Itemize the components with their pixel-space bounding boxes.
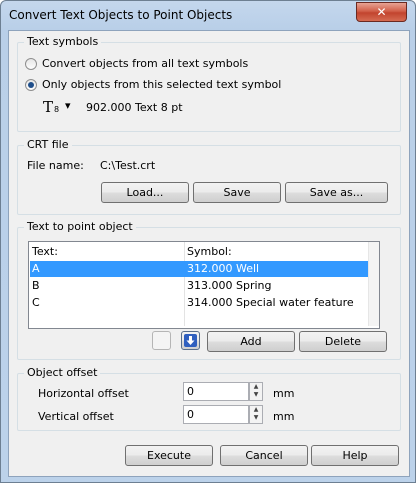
text-symbol-picker[interactable]: T 8 ▾ — [37, 97, 75, 117]
move-down-button[interactable] — [181, 331, 200, 350]
close-button[interactable]: ✕ — [356, 2, 407, 22]
dialog-window: Convert Text Objects to Point Objects ✕ … — [0, 0, 416, 483]
table-row[interactable]: B 313.000 Spring — [30, 278, 368, 294]
column-header-symbol: Symbol: — [187, 245, 232, 258]
row-symbol-cell: 314.000 Special water feature — [187, 296, 354, 309]
cancel-button[interactable]: Cancel — [220, 445, 308, 466]
row-symbol-cell: 312.000 Well — [187, 262, 260, 275]
object-offset-group-label: Object offset — [24, 366, 101, 379]
radio-selected-text-symbol[interactable] — [25, 79, 37, 91]
row-symbol-cell: 313.000 Spring — [187, 279, 272, 292]
table-row[interactable]: C 314.000 Special water feature — [30, 295, 368, 311]
chevron-up-icon[interactable]: ▲ — [250, 406, 262, 414]
chevron-down-icon[interactable]: ▼ — [250, 391, 262, 399]
dialog-client-area: Text symbols Convert objects from all te… — [8, 30, 410, 477]
text-symbols-group-label: Text symbols — [24, 35, 102, 48]
close-icon: ✕ — [376, 5, 387, 19]
file-name-label: File name: — [27, 159, 84, 172]
crt-file-group-label: CRT file — [24, 138, 72, 151]
chevron-up-icon[interactable]: ▲ — [250, 383, 262, 391]
chevron-down-icon[interactable]: ▾ — [65, 99, 71, 112]
add-button[interactable]: Add — [207, 331, 295, 352]
arrow-down-icon — [184, 334, 197, 347]
save-button[interactable]: Save — [193, 182, 281, 203]
window-title: Convert Text Objects to Point Objects — [9, 8, 233, 22]
radio-all-text-symbols[interactable] — [25, 58, 37, 70]
crt-file-group: CRT file — [17, 138, 401, 215]
vertical-offset-stepper[interactable]: ▲ ▼ — [249, 405, 263, 424]
radio-selected-text-symbol-label[interactable]: Only objects from this selected text sym… — [42, 78, 281, 91]
vertical-offset-unit: mm — [273, 410, 295, 423]
selected-text-symbol-name: 902.000 Text 8 pt — [86, 101, 183, 114]
row-text-cell: B — [32, 279, 40, 292]
table-row[interactable]: A 312.000 Well — [30, 261, 368, 277]
chevron-down-icon[interactable]: ▼ — [250, 414, 262, 422]
save-as-button[interactable]: Save as... — [285, 182, 388, 203]
delete-button[interactable]: Delete — [299, 331, 387, 352]
execute-button[interactable]: Execute — [125, 445, 213, 466]
row-text-cell: C — [32, 296, 40, 309]
horizontal-offset-unit: mm — [273, 387, 295, 400]
text-symbol-icon-size: 8 — [54, 105, 60, 114]
vertical-offset-input[interactable]: 0 — [183, 405, 249, 424]
vertical-offset-label: Vertical offset — [38, 410, 114, 423]
list-scrollbar[interactable] — [368, 242, 379, 326]
help-button[interactable]: Help — [311, 445, 399, 466]
list-header-row: Text: Symbol: — [30, 244, 368, 260]
file-name-value: C:\Test.crt — [100, 159, 156, 172]
row-text-cell: A — [32, 262, 40, 275]
radio-all-text-symbols-label[interactable]: Convert objects from all text symbols — [42, 57, 248, 70]
move-up-button[interactable] — [152, 331, 171, 350]
text-to-point-group-label: Text to point object — [24, 220, 136, 233]
text-to-point-list[interactable]: Text: Symbol: A 312.000 Well B 313.000 S… — [28, 241, 380, 329]
horizontal-offset-label: Horizontal offset — [38, 387, 129, 400]
load-button[interactable]: Load... — [101, 182, 189, 203]
horizontal-offset-stepper[interactable]: ▲ ▼ — [249, 382, 263, 401]
horizontal-offset-input[interactable]: 0 — [183, 382, 249, 401]
column-header-text: Text: — [32, 245, 58, 258]
text-symbol-icon: T — [43, 98, 54, 116]
title-bar[interactable]: Convert Text Objects to Point Objects ✕ — [1, 1, 415, 31]
